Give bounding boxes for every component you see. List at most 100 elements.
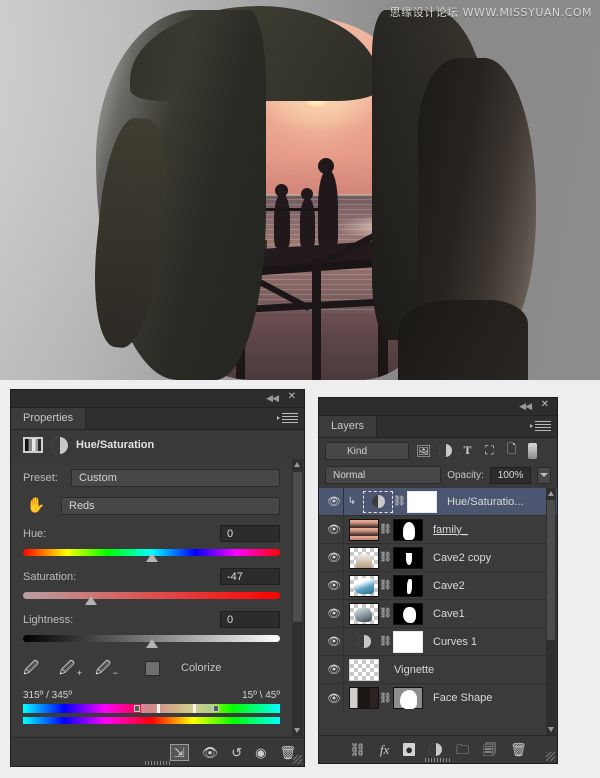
link-icon[interactable]: ⛓	[379, 552, 392, 563]
adjustment-thumbnail[interactable]	[363, 490, 393, 513]
colorize-checkbox[interactable]	[145, 660, 160, 676]
type-filter-icon[interactable]: T	[460, 443, 475, 458]
add-mask-icon[interactable]: ●	[403, 743, 416, 756]
adjustment-thumbnail[interactable]	[349, 631, 379, 653]
properties-scrollbar[interactable]	[292, 459, 303, 736]
layer-visibility-icon[interactable]: 👁	[323, 523, 345, 536]
eyedropper-icon[interactable]: 🖉	[23, 658, 45, 678]
toggle-view-previous-icon[interactable]: 👁	[202, 746, 219, 759]
list-item[interactable]: Hue/Saturatio...	[447, 496, 523, 508]
layer-thumbnail[interactable]	[349, 658, 379, 681]
adjustment-filter-icon[interactable]	[438, 443, 453, 458]
layer-thumbnail[interactable]	[349, 518, 379, 541]
close-icon[interactable]: ✕	[541, 400, 549, 410]
layer-visibility-icon[interactable]: 👁	[323, 579, 345, 592]
layer-visibility-icon[interactable]: 👁	[323, 551, 345, 564]
scroll-down-icon[interactable]	[294, 728, 300, 733]
hue-slider-knob[interactable]	[145, 553, 158, 562]
filter-toggle-switch[interactable]	[528, 442, 537, 459]
layer-visibility-icon[interactable]: 👁	[323, 663, 345, 676]
layers-scroll-thumb[interactable]	[547, 500, 555, 640]
collapse-icon[interactable]: ◀◀	[519, 401, 532, 412]
hue-slider-track[interactable]	[23, 549, 280, 562]
list-item[interactable]: Cave1	[433, 608, 465, 620]
lightness-slider-track[interactable]	[23, 635, 280, 648]
tab-layers[interactable]: Layers	[319, 416, 378, 437]
eyedropper-subtract-icon[interactable]: 🖉 −	[95, 658, 118, 678]
link-layers-icon[interactable]: ⛓	[349, 743, 366, 756]
range-falloff-left[interactable]	[133, 705, 140, 712]
layer-thumbnail[interactable]	[349, 687, 379, 709]
layer-thumbnail[interactable]	[349, 574, 379, 597]
resize-grip[interactable]	[293, 755, 302, 764]
layer-mask-thumbnail[interactable]	[393, 630, 423, 653]
properties-scroll-thumb[interactable]	[293, 472, 302, 622]
layer-mask-thumbnail[interactable]	[393, 687, 423, 709]
link-icon[interactable]: ⛓	[379, 693, 392, 704]
reset-icon[interactable]: ↺	[231, 746, 242, 759]
scroll-down-icon[interactable]	[548, 727, 554, 732]
list-item[interactable]: Cave2	[433, 580, 465, 592]
layer-styles-icon[interactable]: fx	[380, 743, 389, 756]
layer-mask-thumbnail[interactable]	[393, 602, 423, 625]
resize-grip[interactable]	[546, 752, 555, 761]
channel-select[interactable]: Reds	[61, 497, 280, 515]
smartobject-filter-icon[interactable]: 🗋	[504, 440, 519, 461]
table-row[interactable]: 👁 Vignette	[319, 656, 557, 684]
collapse-icon[interactable]: ◀◀	[266, 393, 279, 404]
scroll-up-icon[interactable]	[548, 491, 554, 496]
shape-filter-icon[interactable]: ⛶	[482, 443, 497, 458]
layer-thumbnail[interactable]	[349, 546, 379, 569]
link-icon[interactable]: ⛓	[379, 636, 392, 647]
pixel-filter-icon[interactable]: 🖼	[416, 444, 431, 458]
link-icon[interactable]: ⛓	[379, 608, 392, 619]
saturation-slider-knob[interactable]	[84, 596, 97, 605]
table-row[interactable]: 👁 ⛓ Curves 1	[319, 628, 557, 656]
close-icon[interactable]: ✕	[288, 392, 296, 402]
saturation-slider-track[interactable]	[23, 592, 280, 605]
layer-visibility-icon[interactable]: 👁	[323, 635, 345, 648]
range-stop-left[interactable]	[156, 704, 160, 713]
saturation-value[interactable]: -47	[220, 568, 280, 585]
table-row[interactable]: 👁 ⛓ Cave2 copy	[319, 544, 557, 572]
new-group-icon[interactable]: 🗀	[456, 743, 469, 756]
link-icon[interactable]: ⛓	[393, 496, 406, 507]
panel-drag-handle[interactable]	[425, 758, 451, 762]
hue-value[interactable]: 0	[220, 525, 280, 542]
link-icon[interactable]: ⛓	[379, 524, 392, 535]
lightness-slider-knob[interactable]	[145, 639, 158, 648]
list-item[interactable]: Curves 1	[433, 636, 477, 648]
eyedropper-add-icon[interactable]: 🖉 +	[59, 658, 82, 678]
scroll-up-icon[interactable]	[294, 462, 300, 467]
opacity-value[interactable]: 100%	[489, 466, 532, 484]
blend-mode-select[interactable]: Normal	[325, 466, 442, 484]
table-row[interactable]: 👁 ⛓ Face Shape	[319, 684, 557, 712]
list-item[interactable]: Cave2 copy	[433, 552, 491, 564]
panel-menu-icon[interactable]	[530, 421, 551, 432]
table-row[interactable]: 👁 ⛓ Cave1	[319, 600, 557, 628]
panel-drag-handle[interactable]	[144, 761, 171, 765]
opacity-dropdown-icon[interactable]	[537, 466, 551, 484]
panel-menu-icon[interactable]	[277, 413, 298, 424]
spectrum-bar-top[interactable]	[23, 704, 280, 713]
range-falloff-right[interactable]	[213, 705, 220, 712]
layer-list[interactable]: 👁 ↳ ⛓ Hue/Saturatio... 👁 ⛓ family_ 👁 ⛓ C…	[319, 488, 557, 735]
layer-visibility-icon[interactable]: 👁	[323, 495, 345, 508]
layer-thumbnail[interactable]	[349, 602, 379, 625]
link-icon[interactable]: ⛓	[379, 580, 392, 591]
clip-to-layer-icon[interactable]: ⇲	[169, 743, 189, 761]
list-item[interactable]: Face Shape	[433, 692, 492, 704]
layer-mask-thumbnail[interactable]	[393, 574, 423, 597]
new-adjustment-icon[interactable]	[429, 743, 443, 756]
layer-mask-thumbnail[interactable]	[393, 546, 423, 569]
layer-visibility-icon[interactable]: 👁	[323, 607, 345, 620]
layers-scrollbar[interactable]	[546, 488, 556, 735]
range-selection[interactable]	[141, 704, 214, 713]
layer-mask-thumbnail[interactable]	[407, 490, 437, 513]
table-row[interactable]: 👁 ⛓ family_	[319, 516, 557, 544]
layer-mask-thumbnail[interactable]	[393, 518, 423, 541]
tab-properties[interactable]: Properties	[11, 408, 87, 429]
table-row[interactable]: 👁 ⛓ Cave2	[319, 572, 557, 600]
on-image-adjust-hand-icon[interactable]: ✋	[23, 496, 49, 516]
table-row[interactable]: 👁 ↳ ⛓ Hue/Saturatio...	[319, 488, 557, 516]
